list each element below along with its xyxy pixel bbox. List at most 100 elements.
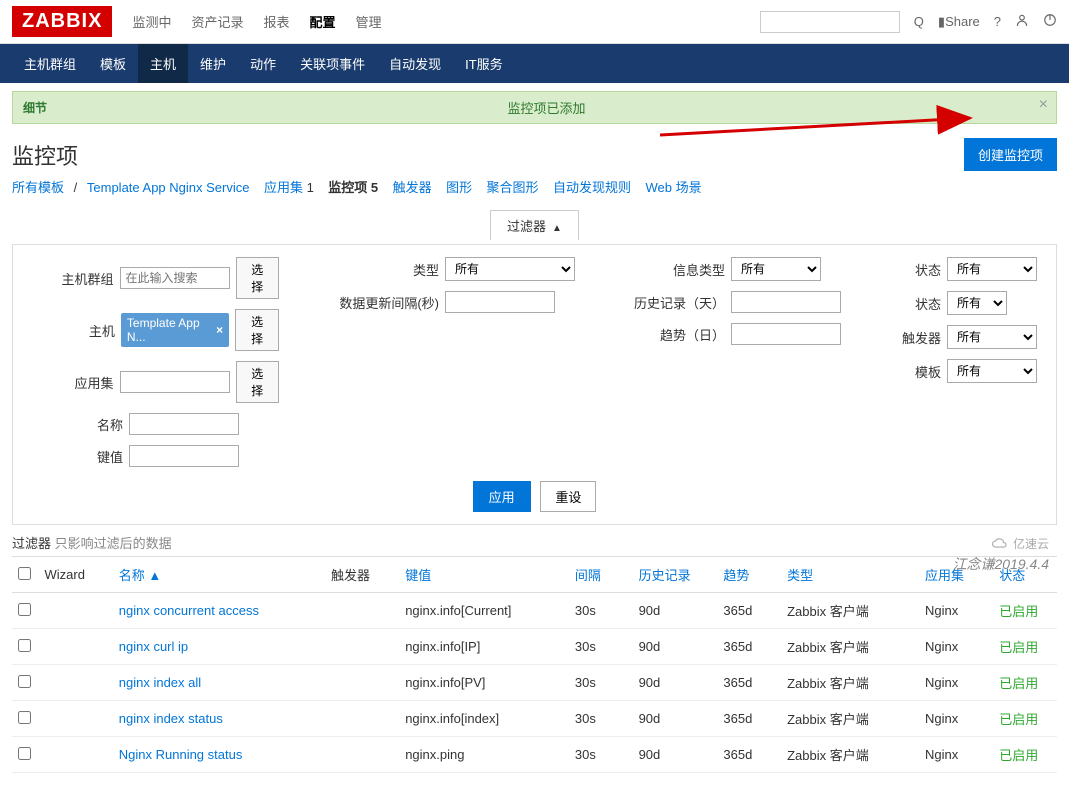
subnav-hostgroups[interactable]: 主机群组 <box>12 44 88 83</box>
breadcrumb-web[interactable]: Web 场景 <box>645 180 701 195</box>
info-type-select[interactable]: 所有 <box>731 257 821 281</box>
breadcrumb-triggers[interactable]: 触发器 <box>393 180 432 195</box>
table-row: nginx index allnginx.info[PV]30s90d365dZ… <box>12 665 1057 701</box>
apply-button[interactable]: 应用 <box>473 481 531 512</box>
user-icon[interactable] <box>1015 13 1029 30</box>
nav-configuration[interactable]: 配置 <box>310 12 336 31</box>
nav-inventory[interactable]: 资产记录 <box>191 12 243 31</box>
sub-nav: 主机群组 模板 主机 维护 动作 关联项事件 自动发现 IT服务 <box>0 44 1069 83</box>
label-state: 状态 <box>881 294 941 313</box>
item-status-link[interactable]: 已启用 <box>999 604 1038 619</box>
history-input[interactable] <box>731 291 841 313</box>
col-name[interactable]: 名称 ▲ <box>113 557 325 593</box>
item-history: 90d <box>633 701 718 737</box>
logo[interactable]: ZABBIX <box>12 6 112 37</box>
nav-monitoring[interactable]: 监测中 <box>132 12 171 31</box>
row-checkbox[interactable] <box>18 675 31 688</box>
item-key: nginx.info[index] <box>399 701 569 737</box>
item-status-link[interactable]: 已启用 <box>999 676 1038 691</box>
item-status-link[interactable]: 已启用 <box>999 712 1038 727</box>
item-name-link[interactable]: Nginx Running status <box>113 737 325 773</box>
breadcrumb-screens[interactable]: 聚合图形 <box>487 180 539 195</box>
update-interval-input[interactable] <box>445 291 555 313</box>
global-search-input[interactable] <box>760 11 900 33</box>
search-icon[interactable]: Q <box>914 14 924 29</box>
subnav-actions[interactable]: 动作 <box>238 44 288 83</box>
label-key: 键值 <box>33 447 123 466</box>
label-history: 历史记录（天） <box>615 293 725 312</box>
top-bar: ZABBIX 监测中 资产记录 报表 配置 管理 Q ▮Share ? <box>0 0 1069 44</box>
watermark: 江念谦2019.4.4 <box>953 554 1050 574</box>
remove-tag-icon[interactable]: × <box>216 323 223 337</box>
breadcrumb-discovery[interactable]: 自动发现规则 <box>553 180 631 195</box>
trends-input[interactable] <box>731 323 841 345</box>
page-header: 监控项 创建监控项 <box>0 132 1069 173</box>
row-checkbox[interactable] <box>18 639 31 652</box>
application-select-button[interactable]: 选择 <box>236 361 279 403</box>
col-interval[interactable]: 间隔 <box>569 557 633 593</box>
subnav-itservices[interactable]: IT服务 <box>453 44 515 83</box>
item-name-link[interactable]: nginx concurrent access <box>113 593 325 629</box>
status-select[interactable]: 所有 <box>947 257 1037 281</box>
item-status-link[interactable]: 已启用 <box>999 748 1038 763</box>
reset-button[interactable]: 重设 <box>540 481 596 512</box>
subnav-maintenance[interactable]: 维护 <box>188 44 238 83</box>
item-trends: 365d <box>717 629 781 665</box>
host-tag[interactable]: Template App N...× <box>121 313 229 347</box>
col-triggers[interactable]: 触发器 <box>325 557 399 593</box>
create-item-button[interactable]: 创建监控项 <box>964 138 1057 171</box>
breadcrumb-sep: / <box>74 180 78 195</box>
row-checkbox[interactable] <box>18 711 31 724</box>
hostgroup-input[interactable] <box>120 267 230 289</box>
col-history[interactable]: 历史记录 <box>633 557 718 593</box>
nav-reports[interactable]: 报表 <box>263 12 289 31</box>
item-status-link[interactable]: 已启用 <box>999 640 1038 655</box>
items-table-wrap: Wizard 名称 ▲ 触发器 键值 间隔 历史记录 趋势 类型 应用集 状态 … <box>0 556 1069 785</box>
item-interval: 30s <box>569 665 633 701</box>
template-select[interactable]: 所有 <box>947 359 1037 383</box>
host-select-button[interactable]: 选择 <box>235 309 279 351</box>
item-name-link[interactable]: nginx index all <box>113 665 325 701</box>
filter-panel: 主机群组 选择 主机 Template App N...× 选择 应用集 选择 … <box>12 244 1057 525</box>
col-wizard[interactable]: Wizard <box>39 557 113 593</box>
subnav-discovery[interactable]: 自动发现 <box>377 44 453 83</box>
item-type: Zabbix 客户端 <box>781 737 919 773</box>
filter-toggle-button[interactable]: 过滤器▲ <box>490 210 579 240</box>
top-right: Q ▮Share ? <box>760 11 1057 33</box>
item-trends: 365d <box>717 593 781 629</box>
col-type[interactable]: 类型 <box>781 557 919 593</box>
help-icon[interactable]: ? <box>994 14 1001 29</box>
breadcrumb-graphs[interactable]: 图形 <box>446 180 472 195</box>
name-input[interactable] <box>129 413 239 435</box>
subnav-correlation[interactable]: 关联项事件 <box>288 44 377 83</box>
application-input[interactable] <box>120 371 230 393</box>
state-select[interactable]: 所有 <box>947 291 1007 315</box>
row-checkbox[interactable] <box>18 603 31 616</box>
hostgroup-select-button[interactable]: 选择 <box>236 257 279 299</box>
breadcrumb-applications[interactable]: 应用集 <box>264 180 303 195</box>
select-all-checkbox[interactable] <box>18 567 31 580</box>
item-name-link[interactable]: nginx curl ip <box>113 629 325 665</box>
nav-administration[interactable]: 管理 <box>356 12 382 31</box>
notice-detail-toggle[interactable]: 细节 <box>23 99 47 116</box>
close-icon[interactable]: × <box>1039 96 1048 114</box>
row-checkbox[interactable] <box>18 747 31 760</box>
item-type: Zabbix 客户端 <box>781 629 919 665</box>
logout-icon[interactable] <box>1043 13 1057 30</box>
type-select[interactable]: 所有 <box>445 257 575 281</box>
key-input[interactable] <box>129 445 239 467</box>
item-name-link[interactable]: nginx index status <box>113 701 325 737</box>
share-link[interactable]: ▮Share <box>938 14 980 30</box>
label-update-interval: 数据更新间隔(秒) <box>319 293 439 312</box>
triggers-select[interactable]: 所有 <box>947 325 1037 349</box>
item-interval: 30s <box>569 629 633 665</box>
breadcrumb-items: 监控项 5 <box>328 180 378 195</box>
item-interval: 30s <box>569 593 633 629</box>
item-interval: 30s <box>569 701 633 737</box>
col-key[interactable]: 键值 <box>399 557 569 593</box>
col-trends[interactable]: 趋势 <box>717 557 781 593</box>
subnav-hosts[interactable]: 主机 <box>138 44 188 83</box>
breadcrumb-all-templates[interactable]: 所有模板 <box>12 180 64 195</box>
subnav-templates[interactable]: 模板 <box>88 44 138 83</box>
breadcrumb-template[interactable]: Template App Nginx Service <box>87 180 250 195</box>
